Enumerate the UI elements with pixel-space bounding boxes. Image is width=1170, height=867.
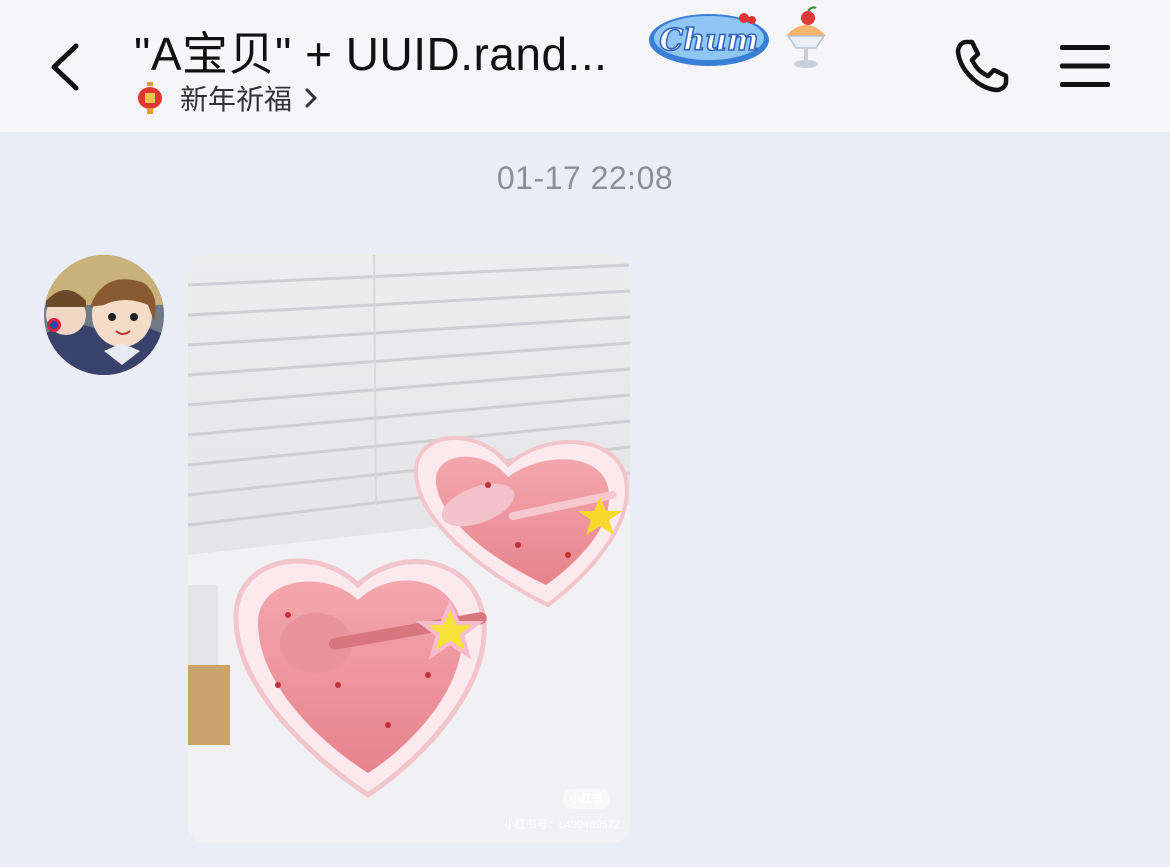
svg-text:Chum: Chum [659,23,758,58]
chat-title[interactable]: "A宝贝" + UUID.rand... [134,18,607,84]
photo-content [188,255,630,843]
phone-icon[interactable] [952,36,1012,96]
heart-bowl-photo[interactable] [188,255,630,843]
message-timestamp: 01-17 22:08 [496,160,674,196]
subtitle-text: 新年祈福 [180,84,293,115]
avatar[interactable] [44,255,164,375]
chevron-right-icon [305,88,317,108]
red-lantern-icon [138,82,162,114]
chat-header: "A宝贝" + UUID.rand... Chum 新年祈福 [0,0,1170,132]
avatar-illustration [44,255,164,375]
subtitle-link[interactable]: 新年祈福 [136,80,320,116]
shaved-ice-icon [786,6,826,68]
chevron-left-icon[interactable] [42,38,90,96]
hamburger-menu-icon[interactable] [1058,42,1112,90]
watermark-brand: 小红书 [563,789,609,809]
chum-sticker-icon: Chum [649,13,769,66]
watermark-id: 小红书号：L499489572 [503,819,620,831]
